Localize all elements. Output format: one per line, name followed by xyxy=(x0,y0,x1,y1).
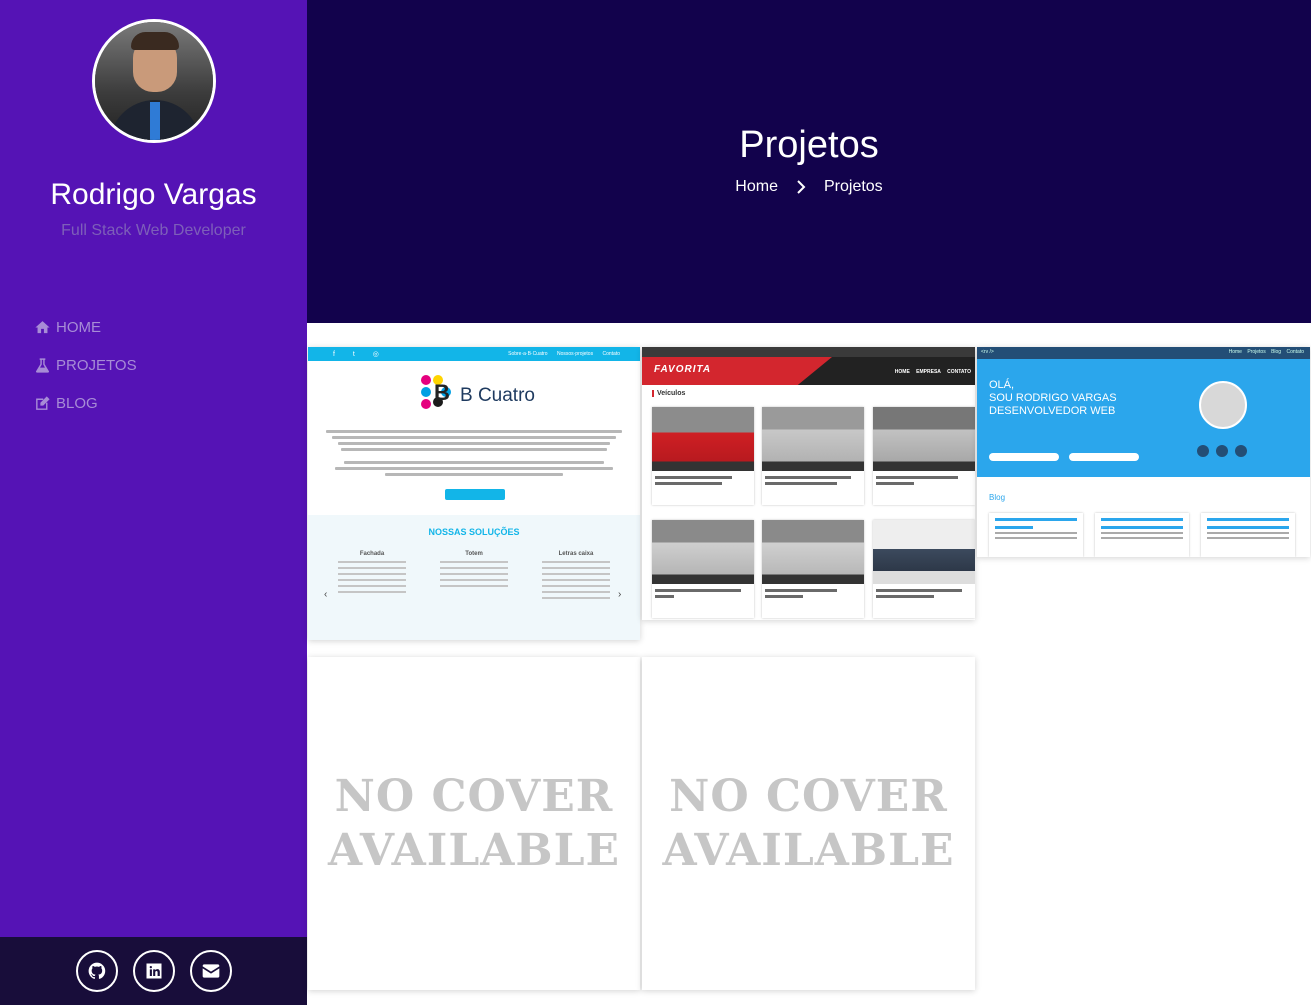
no-cover-placeholder: NO COVER AVAILABLE xyxy=(642,657,975,990)
project-card[interactable]: NO COVER AVAILABLE xyxy=(308,657,640,990)
hero-line: DESENVOLVEDOR WEB xyxy=(989,405,1116,417)
edit-icon xyxy=(36,395,50,410)
no-cover-line: NO COVER xyxy=(334,770,614,822)
linkedin-icon xyxy=(146,963,161,979)
column-title: Totem xyxy=(465,551,483,557)
site-menu: HOME EMPRESA CONTATO xyxy=(894,369,971,375)
nav-item-projetos[interactable]: PROJETOS xyxy=(34,346,137,384)
hero-line: OLÁ, xyxy=(989,379,1015,391)
breadcrumb-current: Projetos xyxy=(823,178,883,195)
no-cover-line: NO COVER xyxy=(669,770,948,822)
project-card[interactable]: <rv /> Home Projetos Blog Contato OLÁ, SO… xyxy=(977,347,1310,557)
github-button[interactable] xyxy=(75,950,118,992)
sidebar: Rodrigo Vargas Full Stack Web Developer … xyxy=(0,0,307,1005)
no-cover-placeholder: NO COVER AVAILABLE xyxy=(308,657,640,990)
svg-text:B: B xyxy=(434,380,450,405)
blog-title: Blog xyxy=(989,493,1006,502)
flask-icon xyxy=(35,357,50,373)
b-cuatro-logo: B Cuatro xyxy=(460,385,535,406)
section-title: Veículos xyxy=(652,390,685,397)
sidebar-nav: HOME PROJETOS BLOG xyxy=(34,308,137,422)
social-links xyxy=(0,937,307,1005)
avatar xyxy=(92,19,216,143)
nav-item-label: HOME xyxy=(56,318,101,336)
nav-item-label: PROJETOS xyxy=(56,356,137,374)
project-card[interactable]: FAVORITA HOME EMPRESA CONTATO Veículos xyxy=(642,347,975,620)
breadcrumb-home[interactable]: Home xyxy=(735,178,778,196)
section-title: NOSSAS SOLUÇÕES xyxy=(428,527,520,537)
no-cover-line: AVAILABLE xyxy=(662,824,955,876)
home-icon xyxy=(35,320,50,333)
column-title: Fachada xyxy=(359,551,385,557)
page-header: Projetos Home Projetos xyxy=(307,0,1311,323)
project-card[interactable]: f t ◎ Sobre·a·B·Cuatro Nossos·projetos Co… xyxy=(308,347,640,640)
nav-item-home[interactable]: HOME xyxy=(34,308,137,346)
chevron-right-icon xyxy=(797,180,806,194)
profile-role: Full Stack Web Developer xyxy=(61,222,246,239)
envelope-icon xyxy=(202,964,219,978)
github-icon xyxy=(88,962,105,979)
email-button[interactable] xyxy=(189,950,232,992)
nav-item-blog[interactable]: BLOG xyxy=(34,384,137,422)
profile-name: Rodrigo Vargas xyxy=(50,178,257,211)
linkedin-button[interactable] xyxy=(132,950,175,992)
hero-line: SOU RODRIGO VARGAS xyxy=(989,392,1117,404)
column-title: Letras caixa xyxy=(558,551,594,557)
breadcrumb: Home Projetos xyxy=(307,178,1311,196)
page-title: Projetos xyxy=(739,124,879,166)
project-card[interactable]: NO COVER AVAILABLE xyxy=(642,657,975,990)
nav-item-label: BLOG xyxy=(56,394,98,412)
no-cover-line: AVAILABLE xyxy=(327,824,621,876)
favorita-logo: FAVORITA xyxy=(654,364,712,375)
